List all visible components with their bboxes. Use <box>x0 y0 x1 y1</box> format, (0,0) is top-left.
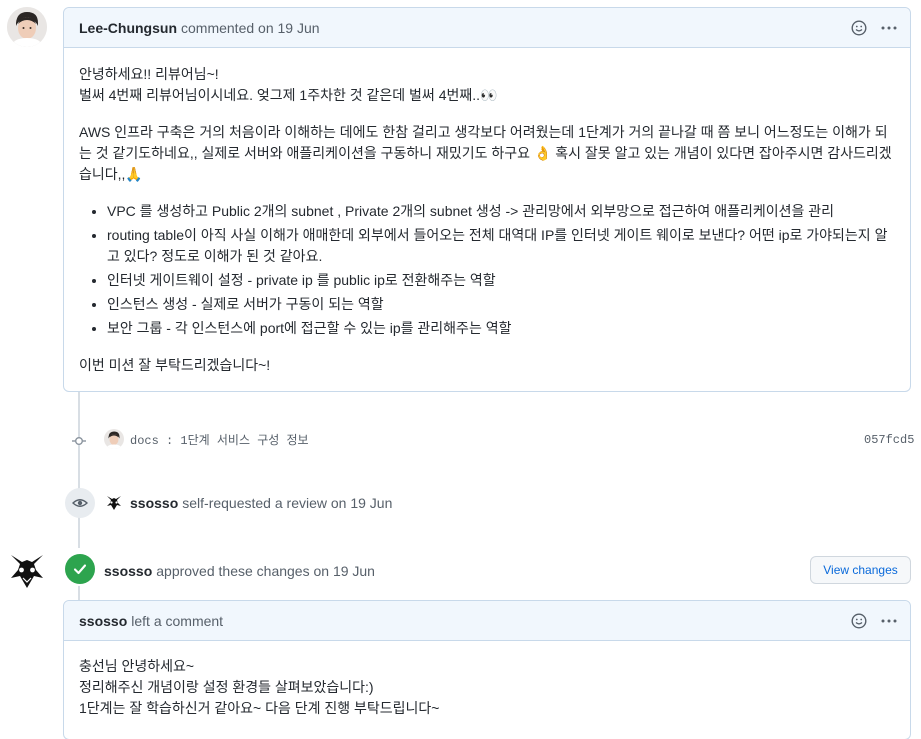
event-text: self-requested a review on 19 Jun <box>182 495 393 511</box>
greeting-line: 안녕하세요!! 리뷰어님~! <box>79 66 219 82</box>
commit-message[interactable]: docs : 1단계 서비스 구성 정보 <box>130 431 309 448</box>
comment-card: Lee-Chungsun commented on 19 Jun 안녕하세요!!… <box>63 7 911 392</box>
reply-line: 1단계는 잘 학습하신거 같아요~ 다음 단계 진행 부탁드립니다~ <box>79 700 440 716</box>
comment-header: Lee-Chungsun commented on 19 Jun <box>64 8 910 48</box>
comment-meta: left a comment <box>131 612 224 629</box>
reply-paragraph: 충선님 안녕하세요~ 정리해주신 개념이랑 설정 환경들 살펴보았습니다:) 1… <box>79 656 895 719</box>
view-changes-button[interactable]: View changes <box>810 556 911 584</box>
comment-header: ssosso left a comment <box>64 601 910 641</box>
reply-line: 충선님 안녕하세요~ <box>79 658 195 674</box>
avatar[interactable] <box>104 429 124 449</box>
closing-paragraph: 이번 미션 잘 부탁드리겠습니다~! <box>79 357 271 373</box>
approval-event: ssosso approved these changes on 19 Jun <box>104 561 375 581</box>
comment-card: ssosso left a comment 충선님 안녕하세요~ 정리해주신 개… <box>63 600 911 739</box>
check-icon <box>65 554 95 584</box>
event-actor[interactable]: ssosso <box>130 495 178 511</box>
event-actor[interactable]: ssosso <box>104 563 152 579</box>
greeting-line: 벌써 4번째 리뷰어님이시네요. 엊그제 1주차한 것 같은데 벌써 4번째.. <box>79 87 481 103</box>
comment-body: 안녕하세요!! 리뷰어님~! 벌써 4번째 리뷰어님이시네요. 엊그제 1주차한… <box>64 48 910 390</box>
reply-line: 정리해주신 개념이랑 설정 환경들 살펴보았습니다:) <box>79 679 374 695</box>
smiley-icon[interactable] <box>850 612 868 630</box>
avatar[interactable] <box>7 551 47 591</box>
list-item: 인터넷 게이트웨이 설정 - private ip 를 public ip로 전… <box>107 270 895 291</box>
intro-paragraph: AWS 인프라 구축은 거의 처음이라 이해하는 데에도 한참 걸리고 생각보다… <box>79 122 895 185</box>
list-item: routing table이 아직 사실 이해가 애매한데 외부에서 들어오는 … <box>107 225 895 267</box>
git-commit-icon <box>72 434 86 448</box>
kebab-icon[interactable] <box>880 19 898 37</box>
kebab-icon[interactable] <box>880 612 898 630</box>
timeline-line <box>78 392 80 548</box>
avatar[interactable] <box>104 493 124 513</box>
commit-sha[interactable]: 057fcd5 <box>864 433 914 447</box>
list-item: 인스턴스 생성 - 실제로 서버가 구동이 되는 역할 <box>107 294 895 315</box>
concept-list: VPC 를 생성하고 Public 2개의 subnet , Private 2… <box>79 201 895 339</box>
review-request-event: ssosso self-requested a review on 19 Jun <box>104 493 392 513</box>
comment-body: 충선님 안녕하세요~ 정리해주신 개념이랑 설정 환경들 살펴보았습니다:) 1… <box>64 641 910 733</box>
pray-emoji-icon: 🙏 <box>125 166 143 182</box>
comment-timestamp[interactable]: commented on 19 Jun <box>181 20 320 36</box>
commit-event: docs : 1단계 서비스 구성 정보 <box>104 429 309 449</box>
comment-author[interactable]: ssosso <box>79 613 127 629</box>
eye-icon <box>65 488 95 518</box>
smiley-icon[interactable] <box>850 19 868 37</box>
ok-hand-emoji-icon: 👌 <box>533 145 552 161</box>
list-item: 보안 그룹 - 각 인스턴스에 port에 접근할 수 있는 ip를 관리해주는… <box>107 318 895 339</box>
greeting-paragraph: 안녕하세요!! 리뷰어님~! 벌써 4번째 리뷰어님이시네요. 엊그제 1주차한… <box>79 64 895 106</box>
list-item: VPC 를 생성하고 Public 2개의 subnet , Private 2… <box>107 201 895 222</box>
timeline-line <box>78 586 80 600</box>
comment-author[interactable]: Lee-Chungsun <box>79 20 177 36</box>
eyes-emoji-icon: 👀 <box>480 87 498 103</box>
avatar[interactable] <box>7 7 47 47</box>
event-text: approved these changes on 19 Jun <box>156 563 375 579</box>
